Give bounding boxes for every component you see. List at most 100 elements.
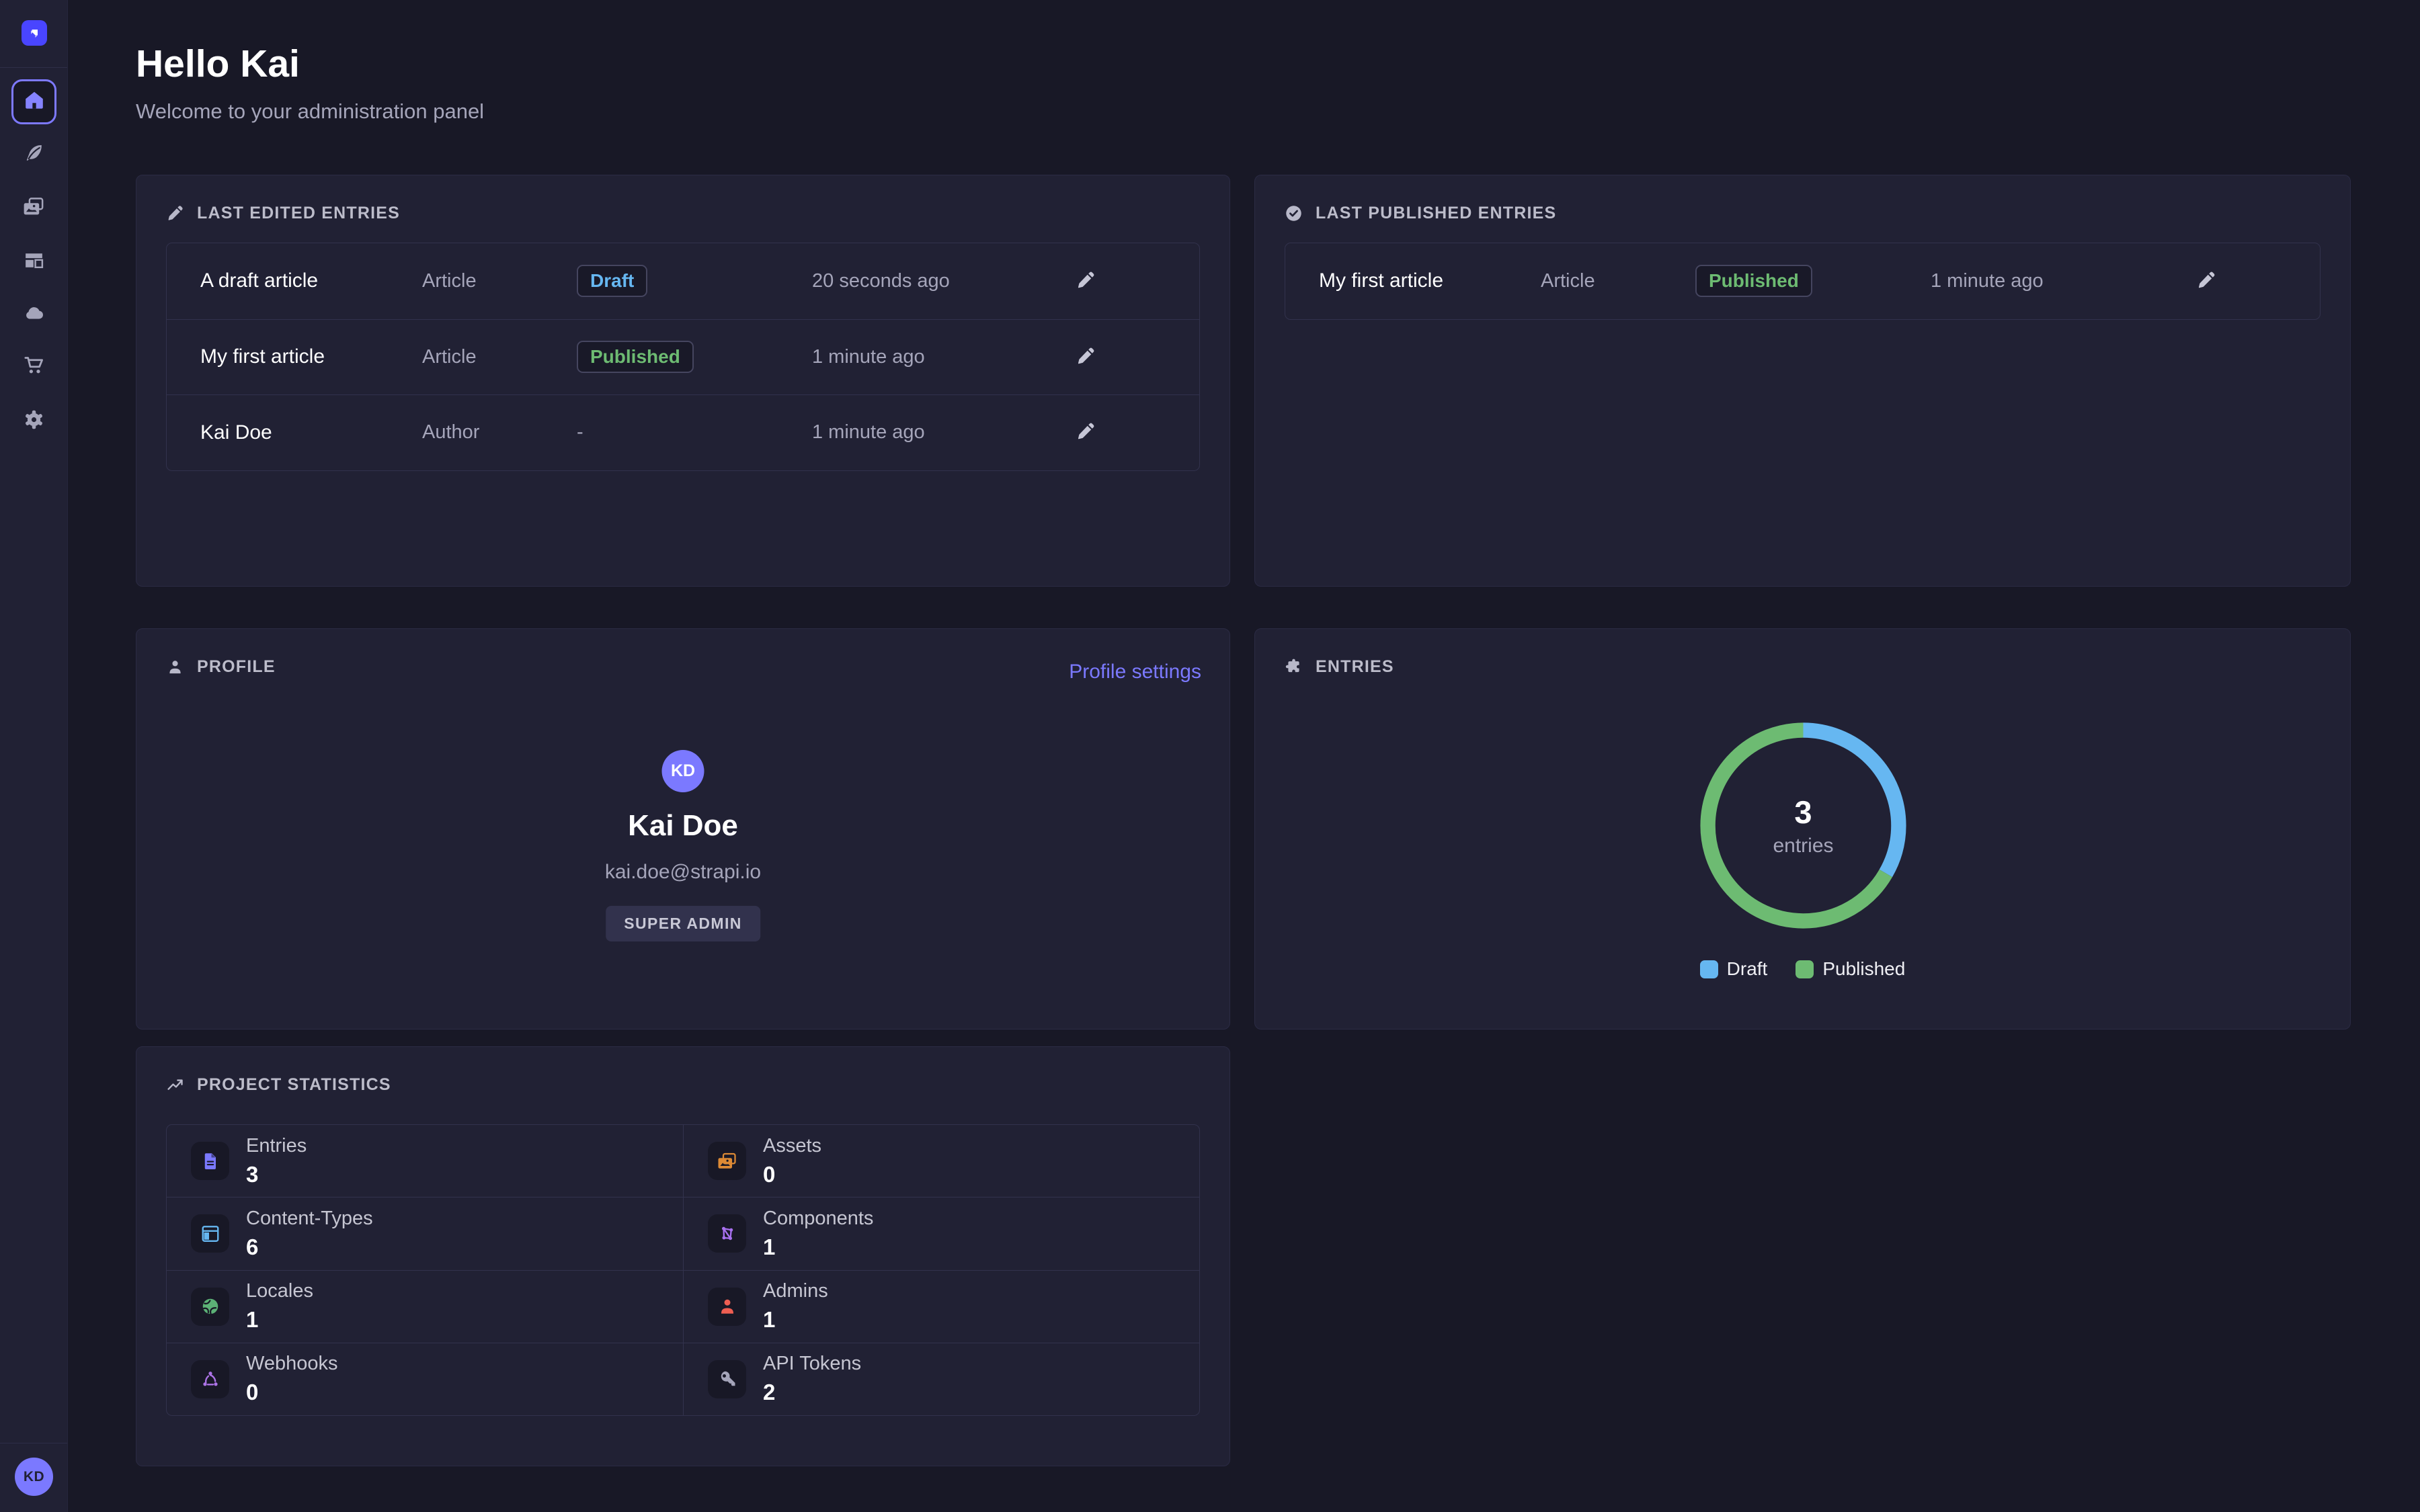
- content-manager-feather-icon: [23, 142, 45, 167]
- media-library-pictures-icon: [23, 196, 45, 221]
- widget-entries-chart: ENTRIES 3 entries Draft: [1254, 628, 2351, 1030]
- stat-label: Assets: [763, 1135, 821, 1157]
- user-avatar[interactable]: KD: [15, 1458, 53, 1496]
- content-types-layout-icon: [191, 1214, 229, 1253]
- sidebar-item-home[interactable]: [11, 79, 56, 124]
- stat-value: 1: [763, 1307, 828, 1333]
- draft-swatch: [1700, 960, 1718, 978]
- components-nodes-icon: [708, 1214, 746, 1253]
- sidebar-item-media-library[interactable]: [0, 187, 68, 230]
- last-edited-table: A draft article Article Draft 20 seconds…: [166, 243, 1200, 471]
- edit-entry-button[interactable]: [2190, 265, 2222, 297]
- page-subtitle: Welcome to your administration panel: [136, 99, 484, 124]
- home-icon: [24, 89, 45, 114]
- sidebar-item-content-type-builder[interactable]: [0, 241, 68, 284]
- chart-legend: Draft Published: [1255, 958, 2350, 980]
- entry-name: My first article: [1319, 269, 1541, 292]
- sidebar-divider: [0, 67, 67, 68]
- main-navigation-sidebar: KD: [0, 0, 68, 1512]
- edit-entry-button[interactable]: [1070, 341, 1102, 373]
- entries-count: 3: [1794, 794, 1812, 831]
- entry-kind: Article: [1541, 270, 1695, 292]
- stat-webhooks: Webhooks 0: [167, 1343, 683, 1415]
- dashboard-main: Hello Kai Welcome to your administration…: [68, 0, 2420, 1512]
- entry-updated-time: 1 minute ago: [812, 421, 1042, 444]
- profile-body: KD Kai Doe kai.doe@strapi.io SUPER ADMIN: [136, 629, 1229, 1029]
- status-empty: -: [577, 421, 583, 443]
- table-row: A draft article Article Draft 20 seconds…: [167, 243, 1199, 319]
- puzzle-icon: [1285, 658, 1303, 676]
- pencil-icon: [2196, 270, 2216, 292]
- stat-entries: Entries 3: [167, 1125, 683, 1197]
- published-swatch: [1796, 960, 1814, 978]
- widget-last-edited-entries: LAST EDITED ENTRIES A draft article Arti…: [136, 175, 1230, 587]
- widget-title: LAST EDITED ENTRIES: [197, 204, 400, 223]
- entry-updated-time: 1 minute ago: [812, 346, 1042, 368]
- edit-entry-button[interactable]: [1070, 417, 1102, 449]
- stat-label: Content-Types: [246, 1208, 373, 1230]
- legend-item-draft: Draft: [1700, 958, 1768, 980]
- stat-admins: Admins 1: [683, 1270, 1199, 1343]
- status-badge: Published: [1695, 265, 1812, 297]
- stat-label: Admins: [763, 1280, 828, 1302]
- pencil-icon: [1076, 270, 1096, 292]
- status-badge: Published: [577, 341, 694, 373]
- widget-header: PROJECT STATISTICS: [166, 1075, 391, 1095]
- admins-user-icon: [708, 1288, 746, 1326]
- locales-globe-icon: [191, 1288, 229, 1326]
- entry-updated-time: 1 minute ago: [1931, 270, 2163, 292]
- sidebar-item-content-manager[interactable]: [0, 133, 68, 176]
- legend-label: Published: [1822, 958, 1905, 980]
- table-row: My first article Article Published 1 min…: [167, 319, 1199, 395]
- stat-label: Entries: [246, 1135, 307, 1157]
- stat-label: Locales: [246, 1280, 313, 1302]
- entry-kind: Author: [422, 421, 577, 444]
- marketplace-cart-icon: [23, 354, 45, 380]
- sidebar-item-marketplace[interactable]: [0, 345, 68, 388]
- stat-value: 3: [246, 1162, 307, 1187]
- widget-header: ENTRIES: [1285, 657, 1394, 677]
- stat-value: 0: [246, 1380, 338, 1405]
- widget-last-published-entries: LAST PUBLISHED ENTRIES My first article …: [1254, 175, 2351, 587]
- strapi-logo-icon[interactable]: [22, 20, 47, 46]
- stat-label: Components: [763, 1208, 873, 1230]
- stat-value: 2: [763, 1380, 861, 1405]
- widget-header: LAST PUBLISHED ENTRIES: [1285, 204, 1556, 223]
- entries-donut-chart: 3 entries: [1699, 721, 1908, 930]
- sidebar-item-settings[interactable]: [0, 400, 68, 443]
- table-row: My first article Article Published 1 min…: [1285, 243, 2320, 319]
- settings-gear-icon: [23, 409, 45, 434]
- check-circle-icon: [1285, 204, 1303, 222]
- stat-value: 0: [763, 1162, 821, 1187]
- stat-label: Webhooks: [246, 1353, 338, 1375]
- stat-value: 6: [246, 1234, 373, 1260]
- legend-item-published: Published: [1796, 958, 1905, 980]
- cloud-icon: [23, 302, 45, 327]
- trending-up-icon: [166, 1076, 184, 1094]
- entries-count-label: entries: [1773, 835, 1833, 857]
- entry-name: My first article: [200, 345, 422, 368]
- widget-project-statistics: PROJECT STATISTICS Entries 3: [136, 1046, 1230, 1466]
- strapi-admin-dashboard: KD Hello Kai Welcome to your administrat…: [0, 0, 2420, 1512]
- widget-title: ENTRIES: [1316, 657, 1394, 677]
- profile-avatar: KD: [662, 750, 704, 792]
- entry-name: A draft article: [200, 269, 422, 292]
- edit-entry-button[interactable]: [1070, 265, 1102, 297]
- stat-content-types: Content-Types 6: [167, 1197, 683, 1269]
- pencil-icon: [1076, 421, 1096, 444]
- widget-header: LAST EDITED ENTRIES: [166, 204, 400, 223]
- statistics-grid: Entries 3 Assets 0: [166, 1124, 1200, 1416]
- assets-pictures-icon: [708, 1142, 746, 1180]
- pencil-icon: [166, 204, 184, 222]
- page-title: Hello Kai: [136, 42, 300, 86]
- entry-name: Kai Doe: [200, 421, 422, 444]
- last-published-table: My first article Article Published 1 min…: [1285, 243, 2321, 320]
- profile-email: kai.doe@strapi.io: [136, 861, 1229, 884]
- entry-kind: Article: [422, 346, 577, 368]
- sidebar-item-cloud[interactable]: [0, 293, 68, 336]
- pencil-icon: [1076, 346, 1096, 368]
- profile-name: Kai Doe: [136, 809, 1229, 843]
- stat-value: 1: [246, 1307, 313, 1333]
- legend-label: Draft: [1727, 958, 1768, 980]
- content-type-builder-layout-icon: [23, 249, 45, 275]
